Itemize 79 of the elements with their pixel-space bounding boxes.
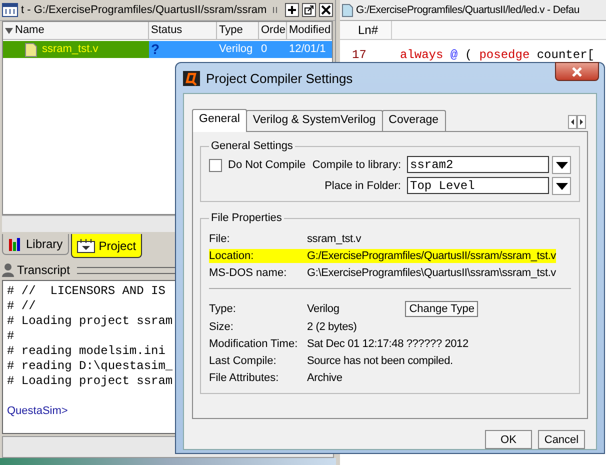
pane-title: t - G:/ExerciseProgramfiles/QuartusII/ssram/ssram	[21, 4, 267, 16]
property-label: Last Compile:	[209, 354, 278, 368]
transcript-line: # reading modelsim.ini	[7, 344, 166, 359]
window-icon	[2, 3, 18, 17]
property-value: ssram_tst.v	[307, 232, 362, 246]
dialog-button[interactable]: OK	[485, 430, 532, 449]
transcript-line: # // LICENSORS AND IS	[7, 284, 166, 299]
modified-text: 12/01/1	[288, 42, 327, 57]
dialog-tab[interactable]: General	[192, 109, 247, 132]
field-label: Compile to library:	[312, 159, 401, 171]
column-header[interactable]: Modified	[287, 22, 332, 39]
code-token: (	[464, 48, 472, 62]
do-not-compile-checkbox[interactable]: Do Not Compile	[209, 158, 306, 172]
property-label: MS-DOS name:	[209, 266, 288, 280]
dropdown-field[interactable]: ssram2	[407, 156, 549, 173]
property-label: Modification Time:	[209, 337, 299, 351]
status-text: ?	[150, 41, 161, 58]
code-token: counter[	[536, 48, 594, 62]
property-label: Location:	[209, 249, 307, 263]
checkbox[interactable]	[209, 158, 222, 172]
transcript-line: #	[7, 329, 14, 344]
person-icon	[2, 263, 14, 277]
dialog-tab[interactable]: Coverage	[382, 110, 446, 131]
caret-icon	[556, 162, 568, 168]
property-label: Type:	[209, 302, 237, 316]
property-label: Size:	[209, 320, 234, 334]
editor-title: G:/ExerciseProgramfiles/QuartusII/led/led.v - Defau	[356, 4, 580, 16]
pane-tab[interactable]: Library	[2, 234, 69, 255]
transcript-line: # //	[7, 299, 36, 314]
column-header[interactable]: Orde	[259, 22, 287, 39]
undock-icon[interactable]	[302, 3, 316, 17]
file-name: ssram_tst.v	[42, 42, 98, 57]
dialog-title: Project Compiler Settings	[206, 70, 353, 86]
column-header[interactable]: Name	[3, 22, 149, 39]
dialog-button[interactable]: Cancel	[538, 430, 585, 449]
bar-chart-icon	[8, 237, 22, 251]
calendar-icon	[76, 238, 95, 252]
close-icon	[571, 66, 583, 76]
type-text: Verilog	[218, 42, 254, 57]
code-token: posedge	[479, 48, 530, 62]
pane-tab[interactable]: Project	[70, 234, 142, 258]
dropdown-button[interactable]	[552, 156, 571, 174]
sort-icon	[5, 26, 13, 34]
field-label: Place in Folder:	[324, 180, 401, 192]
dropdown-field[interactable]: Top Level	[407, 177, 549, 194]
close-button[interactable]	[555, 62, 599, 81]
code-token: @	[450, 48, 458, 62]
dropdown-button[interactable]	[552, 177, 571, 195]
change-type-button[interactable]: Change Type	[405, 301, 478, 317]
property-value: G:/ExerciseProgramfiles/QuartusII/ssram/ssram_tst.v	[307, 249, 556, 263]
transcript-line: # Loading project ssram	[7, 314, 173, 329]
caret-icon	[556, 182, 568, 190]
code-token: always	[400, 48, 444, 62]
property-value: Source has not been compiled.	[307, 354, 454, 368]
property-label: File:	[209, 232, 231, 246]
command-prompt: QuestaSim>	[7, 404, 68, 419]
column-header: Ln#	[340, 21, 392, 39]
scroll-left-icon[interactable]	[568, 115, 577, 129]
transcript-line: # reading D:\questasim_	[7, 359, 173, 374]
file-icon	[25, 42, 37, 56]
property-value: Archive	[307, 371, 344, 385]
column-header[interactable]: Type	[217, 22, 259, 39]
pane-title: Transcript	[17, 263, 70, 277]
property-value: Sat Dec 01 12:17:48 ?????? 2012	[307, 337, 470, 351]
plus-icon[interactable]	[285, 3, 299, 17]
group-title: General Settings	[210, 140, 294, 152]
group-title: File Properties	[210, 212, 283, 224]
close-icon[interactable]	[319, 3, 333, 17]
property-label: File Attributes:	[209, 371, 280, 385]
property-value: 2 (2 bytes)	[307, 320, 358, 334]
scroll-right-icon[interactable]	[577, 115, 586, 129]
line-number: 17	[351, 47, 368, 64]
property-value: Verilog	[307, 302, 340, 316]
file-icon	[342, 4, 353, 16]
app-logo-icon	[183, 70, 200, 86]
order-text: 0	[260, 42, 268, 57]
transcript-line: # Loading project ssram	[7, 374, 173, 389]
column-header[interactable]: Status	[149, 22, 217, 39]
property-value: G:\ExerciseProgramfiles\QuartusII\ssram\ssram_tst.v	[307, 266, 556, 280]
